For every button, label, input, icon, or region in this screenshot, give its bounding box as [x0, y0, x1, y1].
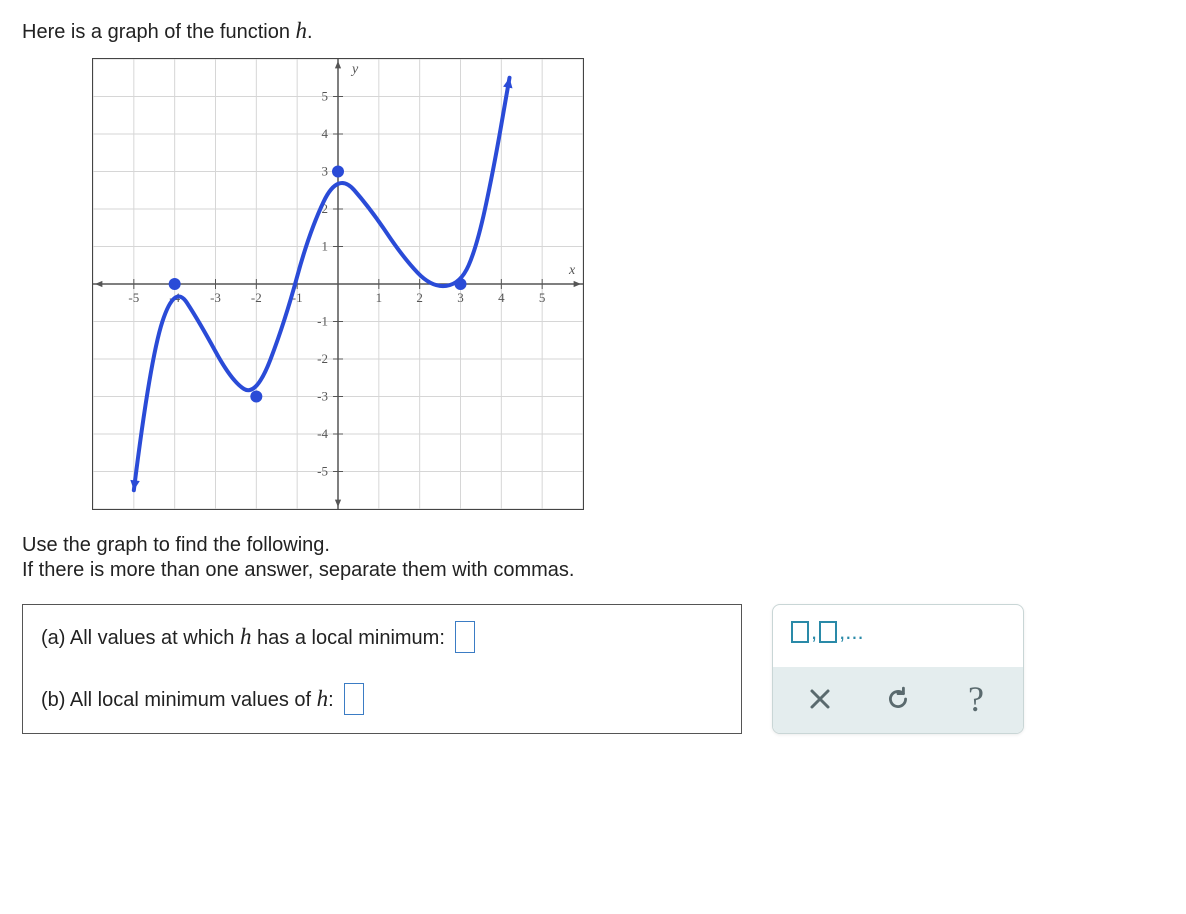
svg-text:-3: -3 [210, 290, 221, 305]
list-format-button[interactable]: ,,... [791, 619, 1005, 645]
qa-prefix: (a) All values at which [41, 627, 240, 649]
function-chart: -5-4-3-2-112345-5-4-3-2-112345yx [93, 59, 583, 509]
placeholder-box-icon [819, 621, 837, 643]
svg-text:3: 3 [322, 164, 329, 179]
question-a: (a) All values at which h has a local mi… [41, 621, 723, 653]
svg-text:4: 4 [498, 290, 505, 305]
instructions-line1: Use the graph to find the following. [22, 534, 1164, 557]
qb-func: h [317, 686, 329, 711]
svg-text:4: 4 [322, 126, 329, 141]
answer-input-a[interactable] [455, 621, 475, 653]
answer-box: (a) All values at which h has a local mi… [22, 604, 742, 734]
svg-text:-5: -5 [128, 290, 139, 305]
svg-text:5: 5 [539, 290, 546, 305]
placeholder-box-icon [791, 621, 809, 643]
answer-input-b[interactable] [344, 683, 364, 715]
toolbox: ,,... ? [772, 604, 1024, 734]
svg-text:-3: -3 [317, 389, 328, 404]
close-icon [808, 687, 832, 711]
svg-text:3: 3 [457, 290, 464, 305]
svg-text:-2: -2 [251, 290, 262, 305]
svg-text:1: 1 [376, 290, 383, 305]
help-button[interactable]: ? [956, 681, 996, 717]
svg-text:x: x [568, 263, 576, 278]
instructions-line2: If there is more than one answer, separa… [22, 559, 1164, 582]
svg-text:1: 1 [322, 239, 329, 254]
svg-text:-4: -4 [317, 426, 328, 441]
intro-text: Here is a graph of the function h. [22, 18, 1164, 44]
graph-panel: -5-4-3-2-112345-5-4-3-2-112345yx [92, 58, 584, 510]
svg-text:-1: -1 [317, 314, 328, 329]
svg-text:5: 5 [322, 89, 329, 104]
qb-suffix: : [328, 689, 334, 711]
svg-text:-2: -2 [317, 351, 328, 366]
undo-icon [885, 686, 911, 712]
svg-text:y: y [350, 62, 359, 77]
reset-button[interactable] [878, 681, 918, 717]
qb-prefix: (b) All local minimum values of [41, 689, 317, 711]
clear-button[interactable] [800, 681, 840, 717]
intro-prefix: Here is a graph of the function [22, 21, 296, 43]
instructions: Use the graph to find the following. If … [22, 534, 1164, 582]
qa-suffix: has a local minimum: [251, 627, 444, 649]
help-icon: ? [968, 678, 984, 720]
svg-text:-5: -5 [317, 464, 328, 479]
intro-func: h [296, 18, 308, 43]
qa-func: h [240, 624, 252, 649]
question-b: (b) All local minimum values of h: [41, 683, 723, 715]
intro-suffix: . [307, 21, 313, 43]
svg-text:2: 2 [416, 290, 423, 305]
